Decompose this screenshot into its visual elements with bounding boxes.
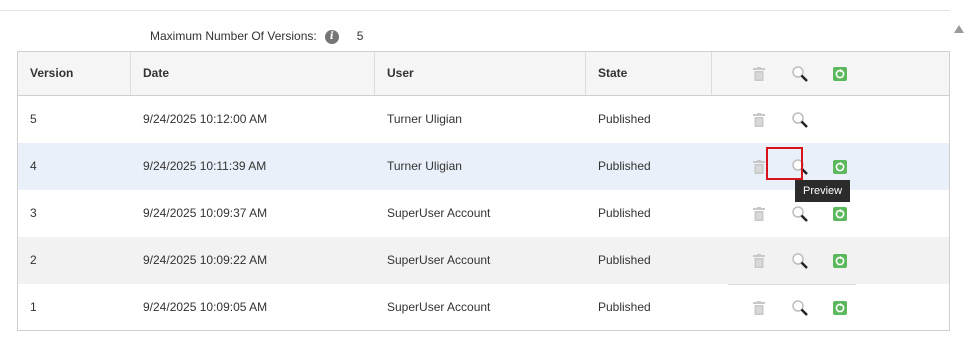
table-row[interactable]: 2 9/24/2025 10:09:22 AM SuperUser Accoun…	[18, 237, 949, 285]
rollback-icon[interactable]	[833, 300, 847, 315]
version-cell: 1	[30, 300, 37, 314]
user-cell: Turner Uligian	[387, 159, 462, 173]
row-actions	[728, 96, 856, 143]
trash-icon[interactable]	[753, 159, 765, 174]
scroll-up-arrow-icon[interactable]	[954, 25, 964, 33]
state-cell: Published	[598, 112, 651, 126]
max-versions-setting: Maximum Number Of Versions: i 5	[150, 28, 363, 44]
date-cell: 9/24/2025 10:11:39 AM	[143, 159, 267, 173]
state-cell: Published	[598, 300, 651, 314]
version-cell: 2	[30, 253, 37, 267]
info-icon[interactable]: i	[324, 30, 339, 44]
date-cell: 9/24/2025 10:12:00 AM	[143, 112, 268, 126]
rollback-icon[interactable]	[833, 66, 847, 81]
state-cell: Published	[598, 253, 651, 267]
version-cell: 3	[30, 206, 37, 220]
trash-icon[interactable]	[753, 300, 765, 315]
top-divider	[0, 10, 950, 11]
trash-icon[interactable]	[753, 112, 765, 127]
user-cell: Turner Uligian	[387, 112, 462, 126]
column-header-actions	[712, 52, 949, 95]
rollback-icon[interactable]	[833, 159, 847, 174]
column-header-state[interactable]: State	[586, 52, 712, 95]
state-cell: Published	[598, 159, 651, 173]
magnifier-icon[interactable]	[791, 205, 809, 223]
max-versions-label: Maximum Number Of Versions:	[150, 29, 317, 43]
max-versions-value: 5	[356, 29, 364, 43]
version-cell: 4	[30, 159, 37, 173]
row-actions	[728, 237, 856, 285]
magnifier-icon[interactable]	[791, 299, 809, 317]
trash-icon[interactable]	[753, 206, 765, 221]
column-header-user[interactable]: User	[375, 52, 586, 95]
table-row[interactable]: 5 9/24/2025 10:12:00 AM Turner Uligian P…	[18, 96, 949, 143]
user-cell: SuperUser Account	[387, 253, 491, 267]
row-actions	[728, 284, 856, 331]
preview-tooltip: Preview	[795, 180, 851, 202]
column-header-version[interactable]: Version	[18, 52, 131, 95]
magnifier-icon[interactable]	[791, 111, 809, 129]
rollback-icon[interactable]	[833, 206, 847, 221]
trash-icon[interactable]	[753, 253, 765, 268]
user-cell: SuperUser Account	[387, 206, 491, 220]
date-cell: 9/24/2025 10:09:22 AM	[143, 253, 268, 267]
preview-highlight-box	[766, 147, 803, 180]
grid-header: Version Date User State	[18, 52, 949, 96]
date-cell: 9/24/2025 10:09:05 AM	[143, 300, 268, 314]
trash-icon[interactable]	[753, 66, 765, 81]
magnifier-icon[interactable]	[791, 65, 809, 83]
version-cell: 5	[30, 112, 37, 126]
user-cell: SuperUser Account	[387, 300, 491, 314]
column-header-date[interactable]: Date	[131, 52, 375, 95]
magnifier-icon[interactable]	[791, 252, 809, 270]
table-row[interactable]: 1 9/24/2025 10:09:05 AM SuperUser Accoun…	[18, 284, 949, 331]
date-cell: 9/24/2025 10:09:37 AM	[143, 206, 268, 220]
state-cell: Published	[598, 206, 651, 220]
rollback-icon[interactable]	[833, 253, 847, 268]
